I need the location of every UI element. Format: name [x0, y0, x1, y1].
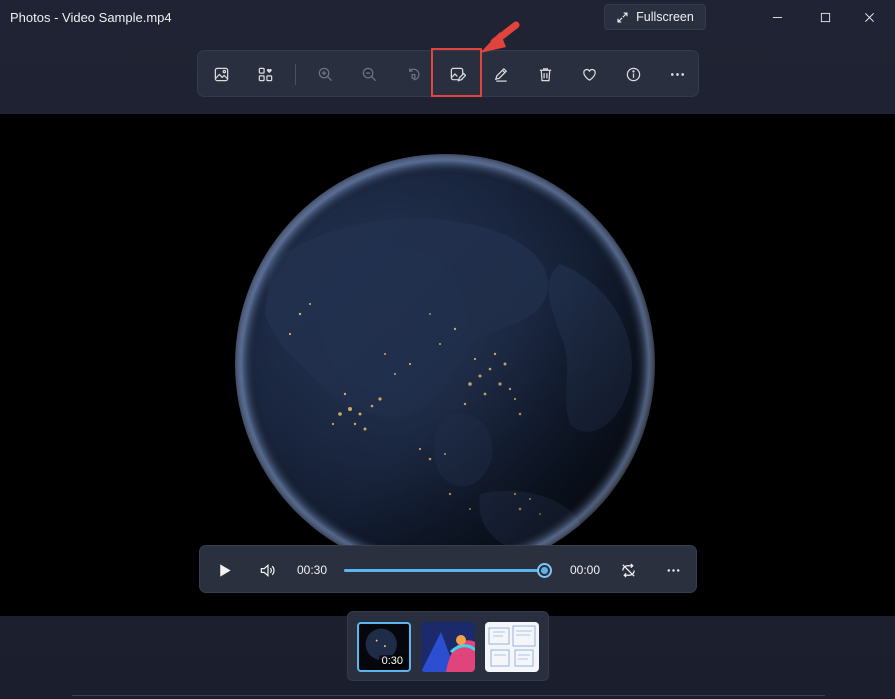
toolbar-separator — [295, 64, 296, 85]
edit-image-button[interactable] — [439, 57, 475, 91]
close-icon — [864, 12, 874, 22]
current-time: 00:30 — [297, 563, 328, 577]
minimize-icon — [772, 16, 782, 18]
info-icon — [626, 67, 640, 81]
create-collage-button[interactable] — [247, 57, 283, 91]
rotate-button[interactable] — [395, 57, 431, 91]
filmstrip: 0:30 — [347, 611, 549, 681]
repeat-icon — [621, 562, 635, 578]
favorite-button[interactable] — [571, 57, 607, 91]
trash-icon — [539, 67, 551, 81]
video-player-controls: 00:30 00:00 — [199, 545, 697, 593]
maximize-button[interactable] — [802, 0, 848, 34]
window-title: Photos - Video Sample.mp4 — [10, 10, 172, 25]
earth-video-frame — [0, 114, 895, 616]
zoom-out-button[interactable] — [351, 57, 387, 91]
filmstrip-item-wallpaper[interactable] — [421, 622, 475, 672]
filmstrip-item-document[interactable] — [485, 622, 539, 672]
close-button[interactable] — [846, 0, 892, 34]
delete-button[interactable] — [527, 57, 563, 91]
pen-icon — [494, 67, 507, 82]
seek-bar-thumb[interactable] — [536, 563, 552, 578]
collage-icon — [258, 67, 272, 81]
more-icon — [667, 568, 679, 572]
volume-button[interactable] — [250, 553, 284, 587]
rotate-icon — [408, 67, 420, 80]
minimize-button[interactable] — [754, 0, 800, 34]
seek-bar-progress — [344, 569, 544, 572]
heart-icon — [582, 68, 596, 81]
bottom-divider — [72, 695, 825, 696]
draw-button[interactable] — [483, 57, 519, 91]
player-more-button[interactable] — [656, 553, 690, 587]
fullscreen-label: Fullscreen — [636, 10, 694, 24]
more-icon — [670, 72, 684, 76]
repeat-button[interactable] — [611, 553, 645, 587]
maximize-icon — [820, 12, 830, 22]
play-icon — [219, 563, 231, 577]
filmstrip-item-video[interactable]: 0:30 — [357, 622, 411, 672]
photos-window: Photos - Video Sample.mp4 Fullscreen 00:… — [0, 0, 895, 699]
video-viewport[interactable] — [0, 114, 895, 616]
title-bar: Photos - Video Sample.mp4 Fullscreen — [0, 0, 895, 36]
image-toolbar — [197, 50, 699, 97]
seek-bar[interactable] — [344, 563, 552, 578]
expand-icon — [617, 11, 628, 23]
zoom-in-button[interactable] — [307, 57, 343, 91]
more-options-button[interactable] — [659, 57, 695, 91]
zoom-in-icon — [318, 67, 332, 81]
zoom-out-icon — [362, 67, 376, 81]
image-icon — [214, 67, 228, 81]
fullscreen-button[interactable]: Fullscreen — [604, 4, 706, 30]
document-thumbnail-image — [485, 622, 539, 672]
view-photo-button[interactable] — [203, 57, 239, 91]
info-button[interactable] — [615, 57, 651, 91]
video-duration-badge: 0:30 — [378, 655, 406, 667]
remaining-time: 00:00 — [570, 563, 601, 577]
play-button[interactable] — [207, 553, 241, 587]
volume-icon — [260, 563, 275, 577]
edit-image-icon — [450, 67, 466, 82]
wallpaper-thumbnail-image — [421, 622, 475, 672]
